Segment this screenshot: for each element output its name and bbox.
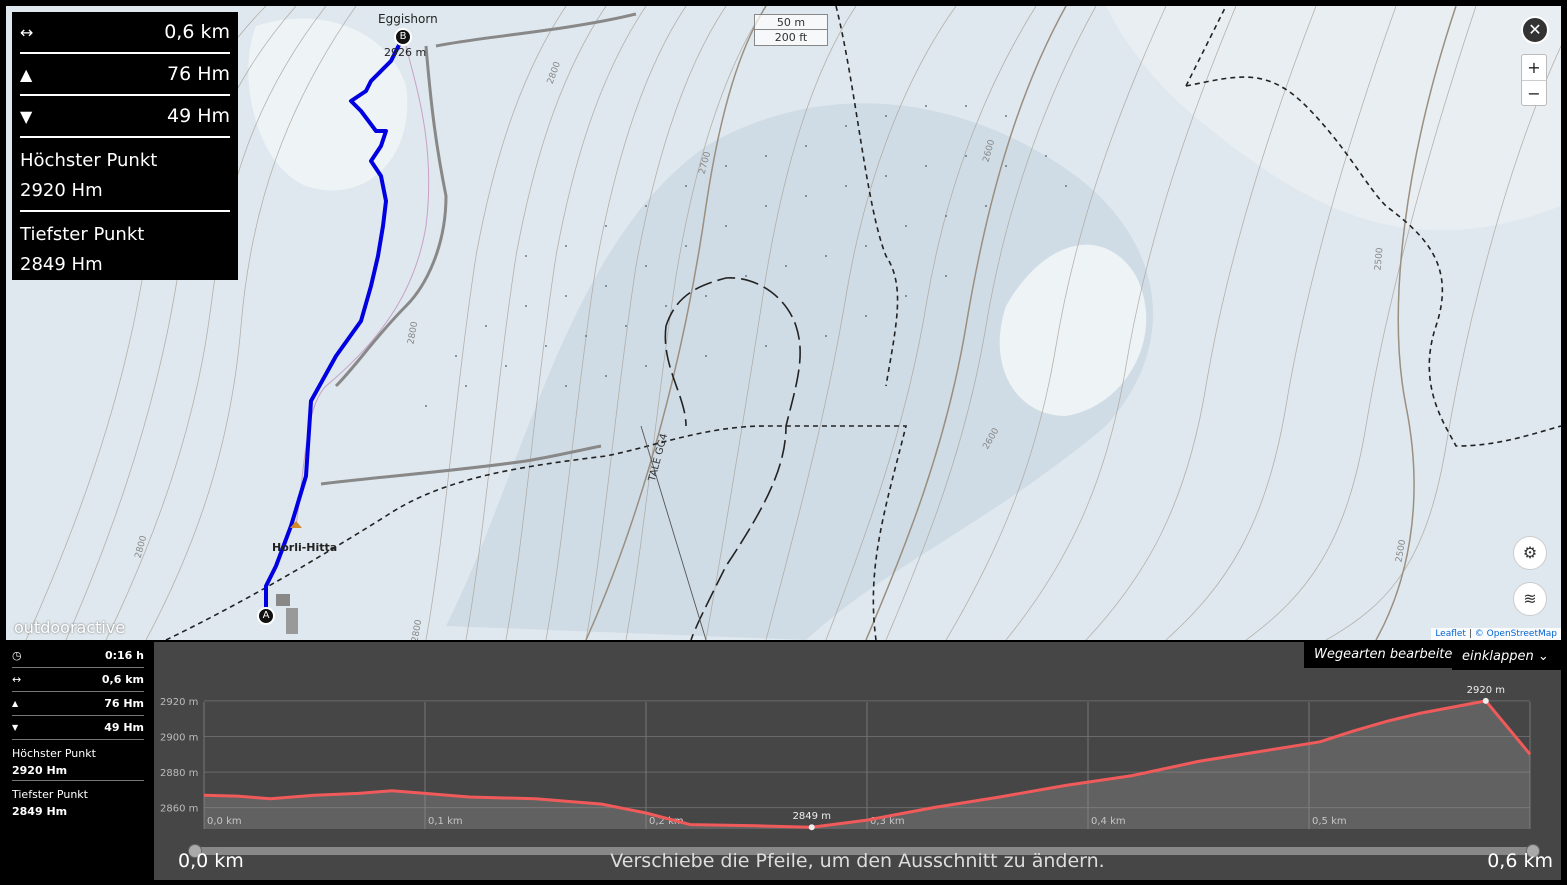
distance-icon: ↔	[20, 22, 34, 42]
zoom-control: + −	[1521, 54, 1547, 106]
stat-distance: ↔ 0,6 km	[20, 12, 230, 54]
range-end-label: 0,6 km	[1487, 850, 1553, 872]
stat-descent-value: 49 Hm	[166, 105, 230, 127]
distance-icon: ↔	[12, 673, 22, 686]
y-tick-label: 2880 m	[160, 768, 198, 779]
stat-descent: ▼ 49 Hm	[20, 96, 230, 138]
zoom-in-button[interactable]: +	[1522, 55, 1546, 80]
annotation-point	[1482, 697, 1489, 704]
collapse-button[interactable]: einklappen ⌄	[1452, 642, 1561, 670]
ascent-icon: ▲	[20, 64, 33, 84]
map-attribution: Leaflet | © OpenStreetMap	[1431, 628, 1561, 640]
y-tick-label: 2920 m	[160, 697, 198, 708]
scale-metric: 50 m	[754, 14, 828, 30]
marker-label-a: A	[262, 610, 270, 621]
elevation-panel: ◷ 0:16 h ↔ 0,6 km ▲ 76 Hm ▼ 49 Hm Höchst…	[0, 640, 1567, 885]
side-stat-distance: ↔ 0,6 km	[12, 668, 144, 692]
divider	[12, 780, 144, 781]
side-lowest-label: Tiefster Punkt	[12, 788, 88, 801]
range-hint: Verschiebe die Pfeile, um den Ausschnitt…	[610, 850, 1105, 872]
route-start-marker[interactable]: A	[257, 607, 275, 625]
zoom-out-button[interactable]: −	[1522, 80, 1546, 105]
y-tick-label: 2860 m	[160, 804, 198, 815]
highest-point-label: Höchster Punkt	[20, 150, 158, 171]
side-stat-distance-value: 0,6 km	[101, 673, 144, 686]
side-stat-ascent: ▲ 76 Hm	[12, 692, 144, 716]
side-stat-descent-value: 49 Hm	[104, 721, 144, 734]
side-highest-label: Höchster Punkt	[12, 747, 96, 760]
close-icon: ✕	[1528, 20, 1542, 39]
place-elevation-eggishorn: 2926 m	[384, 46, 427, 59]
app-root: Eggishorn 2926 m Horli-Hitta TALE GG4 28…	[0, 0, 1567, 885]
map-settings-icon: ⚙	[1522, 543, 1538, 562]
layers-button[interactable]: ≋	[1513, 582, 1547, 616]
side-stat-descent: ▼ 49 Hm	[12, 716, 144, 740]
map-scale: 50 m 200 ft	[754, 14, 828, 46]
stat-ascent-value: 76 Hm	[166, 63, 230, 85]
clock-icon: ◷	[12, 649, 22, 662]
route-end-marker[interactable]: B	[394, 28, 412, 46]
lowest-point-value: 2849 Hm	[20, 254, 103, 275]
attribution-osm-link[interactable]: © OpenStreetMap	[1475, 629, 1557, 639]
contour-label: 2500	[1373, 247, 1386, 271]
map-settings-button[interactable]: ⚙	[1513, 536, 1547, 570]
attribution-leaflet-link[interactable]: Leaflet	[1435, 629, 1466, 639]
elevation-profile[interactable]: 2860 m2880 m2900 m2920 m0,0 km0,1 km0,2 …	[154, 642, 1561, 880]
annotation-label: 2849 m	[793, 811, 831, 822]
stat-ascent: ▲ 76 Hm	[20, 54, 230, 96]
place-label-hut: Horli-Hitta	[272, 541, 338, 554]
side-stats: ◷ 0:16 h ↔ 0,6 km ▲ 76 Hm ▼ 49 Hm Höchst…	[12, 644, 144, 821]
side-lowest-value: 2849 Hm	[12, 805, 68, 818]
marker-label-b: B	[399, 31, 407, 42]
range-start-label: 0,0 km	[178, 850, 244, 872]
stat-distance-value: 0,6 km	[164, 21, 230, 43]
y-tick-label: 2900 m	[160, 732, 198, 743]
lowest-point-label: Tiefster Punkt	[20, 224, 145, 245]
elevation-chart: 2860 m2880 m2900 m2920 m0,0 km0,1 km0,2 …	[160, 685, 1532, 831]
chevron-down-icon: ⌄	[1537, 649, 1549, 664]
collapse-label: einklappen	[1462, 649, 1534, 664]
descent-icon: ▼	[12, 723, 19, 732]
side-highest-value: 2920 Hm	[12, 764, 68, 777]
brand-logo: outdooractive	[14, 618, 126, 637]
layers-icon: ≋	[1523, 589, 1537, 608]
map-canvas	[25, 6, 1561, 640]
side-stat-duration: ◷ 0:16 h	[12, 644, 144, 668]
highest-point-value: 2920 Hm	[20, 180, 103, 201]
annotation-point	[808, 824, 815, 831]
side-stat-duration-value: 0:16 h	[104, 649, 144, 662]
descent-icon: ▼	[20, 106, 33, 126]
edit-waytypes-button[interactable]: Wegearten bearbeiten	[1304, 642, 1471, 668]
place-label-eggishorn: Eggishorn	[378, 12, 438, 26]
tour-stats-panel: ↔ 0,6 km ▲ 76 Hm ▼ 49 Hm Höchster Punkt …	[12, 12, 238, 280]
side-stat-ascent-value: 76 Hm	[104, 697, 144, 710]
ascent-icon: ▲	[12, 699, 19, 708]
close-button[interactable]: ✕	[1521, 16, 1549, 44]
annotation-label: 2920 m	[1467, 685, 1505, 696]
scale-imperial: 200 ft	[754, 30, 828, 46]
map-view[interactable]: Eggishorn 2926 m Horli-Hitta TALE GG4 28…	[6, 6, 1561, 640]
